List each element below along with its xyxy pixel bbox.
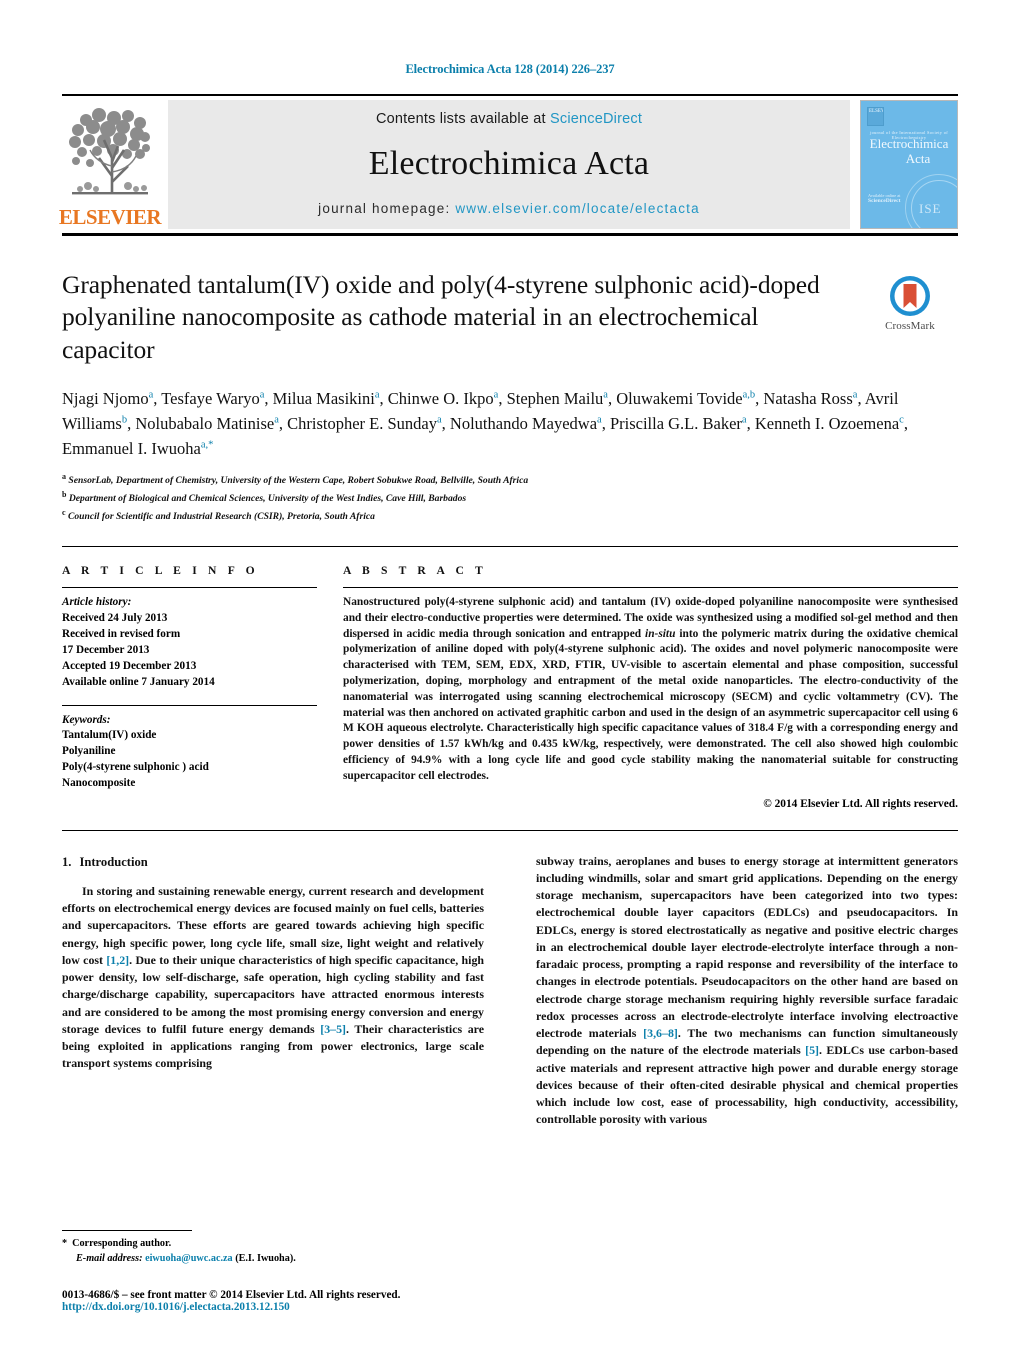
title-block: Graphenated tantalum(IV) oxide and poly(… xyxy=(62,269,958,366)
body-column-left: 1. Introduction In storing and sustaining… xyxy=(62,853,510,1183)
page-footer: * Corresponding author. E-mail address: e… xyxy=(62,1230,482,1313)
sciencedirect-link[interactable]: ScienceDirect xyxy=(550,111,642,127)
keyword-item: Nanocomposite xyxy=(62,777,136,790)
keywords-group: Keywords: Tantalum(IV) oxide Polyaniline… xyxy=(62,713,317,793)
corresponding-author-line: * Corresponding author. xyxy=(62,1237,482,1252)
abstract-copyright: © 2014 Elsevier Ltd. All rights reserved… xyxy=(763,797,958,810)
cover-title-line2: Acta xyxy=(905,150,931,166)
history-line: Accepted 19 December 2013 xyxy=(62,659,197,672)
crossmark-badge[interactable]: CrossMark xyxy=(862,269,958,366)
journal-cover-thumbnail: ELSEVIER journal of the International So… xyxy=(860,100,958,229)
email-line: E-mail address: eiwuoha@uwc.ac.za (E.I. … xyxy=(62,1252,482,1267)
issn-copyright-line: 0013-4686/$ – see front matter © 2014 El… xyxy=(62,1289,401,1301)
email-link[interactable]: eiwuoha@uwc.ac.za xyxy=(145,1253,233,1264)
introduction-paragraph-right: subway trains, aeroplanes and buses to e… xyxy=(536,853,959,1127)
masthead-center-panel: Contents lists available at ScienceDirec… xyxy=(168,100,850,229)
introduction-paragraph-left: In storing and sustaining renewable ener… xyxy=(62,883,485,1071)
keywords-label: Keywords: xyxy=(62,713,111,726)
info-abstract-section: A R T I C L E I N F O Article history: R… xyxy=(62,564,958,810)
cover-title-line1: Electrochimica xyxy=(869,136,949,151)
article-title: Graphenated tantalum(IV) oxide and poly(… xyxy=(62,270,820,364)
crossmark-icon xyxy=(890,276,930,316)
masthead-bottom-rule xyxy=(62,233,958,236)
journal-masthead: ELSEVIER Contents lists available at Sci… xyxy=(58,100,958,229)
article-page: Electrochimica Acta 128 (2014) 226–237 E… xyxy=(0,0,1020,1351)
cover-footer-small: Available online at xyxy=(868,192,901,198)
ise-seal-text: ISE xyxy=(919,201,942,216)
introduction-heading: 1. Introduction xyxy=(62,853,484,871)
history-line: Received 24 July 2013 xyxy=(62,612,168,624)
affiliation-mark: a xyxy=(62,472,66,482)
cover-imprint: Available online at ScienceDirect xyxy=(868,193,901,206)
running-head: Electrochimica Acta 128 (2014) 226–237 xyxy=(405,62,615,76)
affiliation-text: Department of Biological and Chemical Sc… xyxy=(68,493,467,505)
contents-prefix: Contents lists available at xyxy=(375,111,550,127)
introduction-title: Introduction xyxy=(79,854,148,869)
corresponding-label: Corresponding author. xyxy=(72,1238,172,1250)
email-label: E-mail address: xyxy=(76,1253,143,1265)
homepage-link[interactable]: www.elsevier.com/locate/electacta xyxy=(455,201,699,216)
abstract-rule xyxy=(343,587,958,589)
abstract-heading: A B S T R A C T xyxy=(343,564,487,578)
article-info-column: A R T I C L E I N F O Article history: R… xyxy=(62,564,343,810)
corresponding-marker: * xyxy=(62,1238,68,1250)
body-columns: 1. Introduction In storing and sustaining… xyxy=(62,853,958,1183)
history-line: 17 December 2013 xyxy=(62,643,150,656)
article-info-separator xyxy=(62,704,317,706)
article-history-group: Article history: Received 24 July 2013 R… xyxy=(62,595,317,690)
cover-footer-brand: ScienceDirect xyxy=(868,198,901,205)
cover-elsevier-mark: ELSEVIER xyxy=(867,107,884,126)
cover-title: Electrochimica Acta xyxy=(861,136,957,166)
article-info-heading: A R T I C L E I N F O xyxy=(62,564,259,578)
elsevier-logo: ELSEVIER xyxy=(58,100,162,229)
article-history-label: Article history: xyxy=(62,596,132,609)
affiliation-text: Council for Scientific and Industrial Re… xyxy=(67,510,375,522)
info-section-top-rule xyxy=(62,546,958,548)
contents-available-line: Contents lists available at ScienceDirec… xyxy=(376,111,642,127)
affiliation-item: b Department of Biological and Chemical … xyxy=(62,489,958,507)
affiliation-item: c Council for Scientific and Industrial … xyxy=(62,507,958,525)
homepage-prefix: journal homepage: xyxy=(318,201,456,216)
body-column-right: subway trains, aeroplanes and buses to e… xyxy=(510,853,958,1183)
history-line: Available online 7 January 2014 xyxy=(62,675,215,688)
introduction-number: 1. xyxy=(62,854,72,869)
masthead-top-rule xyxy=(62,94,958,96)
article-info-rule xyxy=(62,587,317,589)
author-list: Njagi Njomoa, Tesfaye Waryoa, Milua Masi… xyxy=(62,389,908,459)
title-container: Graphenated tantalum(IV) oxide and poly(… xyxy=(62,269,862,366)
elsevier-tree-icon xyxy=(66,106,154,206)
email-suffix: (E.I. Iwuoha). xyxy=(235,1253,296,1265)
affiliation-item: a SensorLab, Department of Chemistry, Un… xyxy=(62,471,958,489)
elsevier-wordmark: ELSEVIER xyxy=(58,205,162,229)
affiliation-text: SensorLab, Department of Chemistry, Univ… xyxy=(68,475,529,487)
crossmark-label: CrossMark xyxy=(885,320,935,332)
ise-seal-icon: ISE xyxy=(905,174,957,228)
keyword-item: Polyaniline xyxy=(62,745,116,758)
history-line: Received in revised form xyxy=(62,627,181,640)
journal-homepage-line: journal homepage: www.elsevier.com/locat… xyxy=(318,201,700,216)
abstract-text: Nanostructured poly(4-styrene sulphonic … xyxy=(343,596,958,782)
abstract-column: A B S T R A C T Nanostructured poly(4-st… xyxy=(343,564,958,810)
affiliation-list: a SensorLab, Department of Chemistry, Un… xyxy=(62,471,958,524)
keyword-item: Tantalum(IV) oxide xyxy=(62,729,157,742)
affiliation-mark: c xyxy=(62,507,66,517)
corresponding-author-note: * Corresponding author. E-mail address: e… xyxy=(62,1237,482,1267)
abstract-bottom-rule xyxy=(62,829,958,831)
doi-link[interactable]: http://dx.doi.org/10.1016/j.electacta.20… xyxy=(62,1301,482,1313)
footnote-rule xyxy=(62,1230,192,1232)
affiliation-mark: b xyxy=(62,489,67,499)
keyword-item: Poly(4-styrene sulphonic ) acid xyxy=(62,761,209,774)
journal-title: Electrochimica Acta xyxy=(368,145,650,182)
